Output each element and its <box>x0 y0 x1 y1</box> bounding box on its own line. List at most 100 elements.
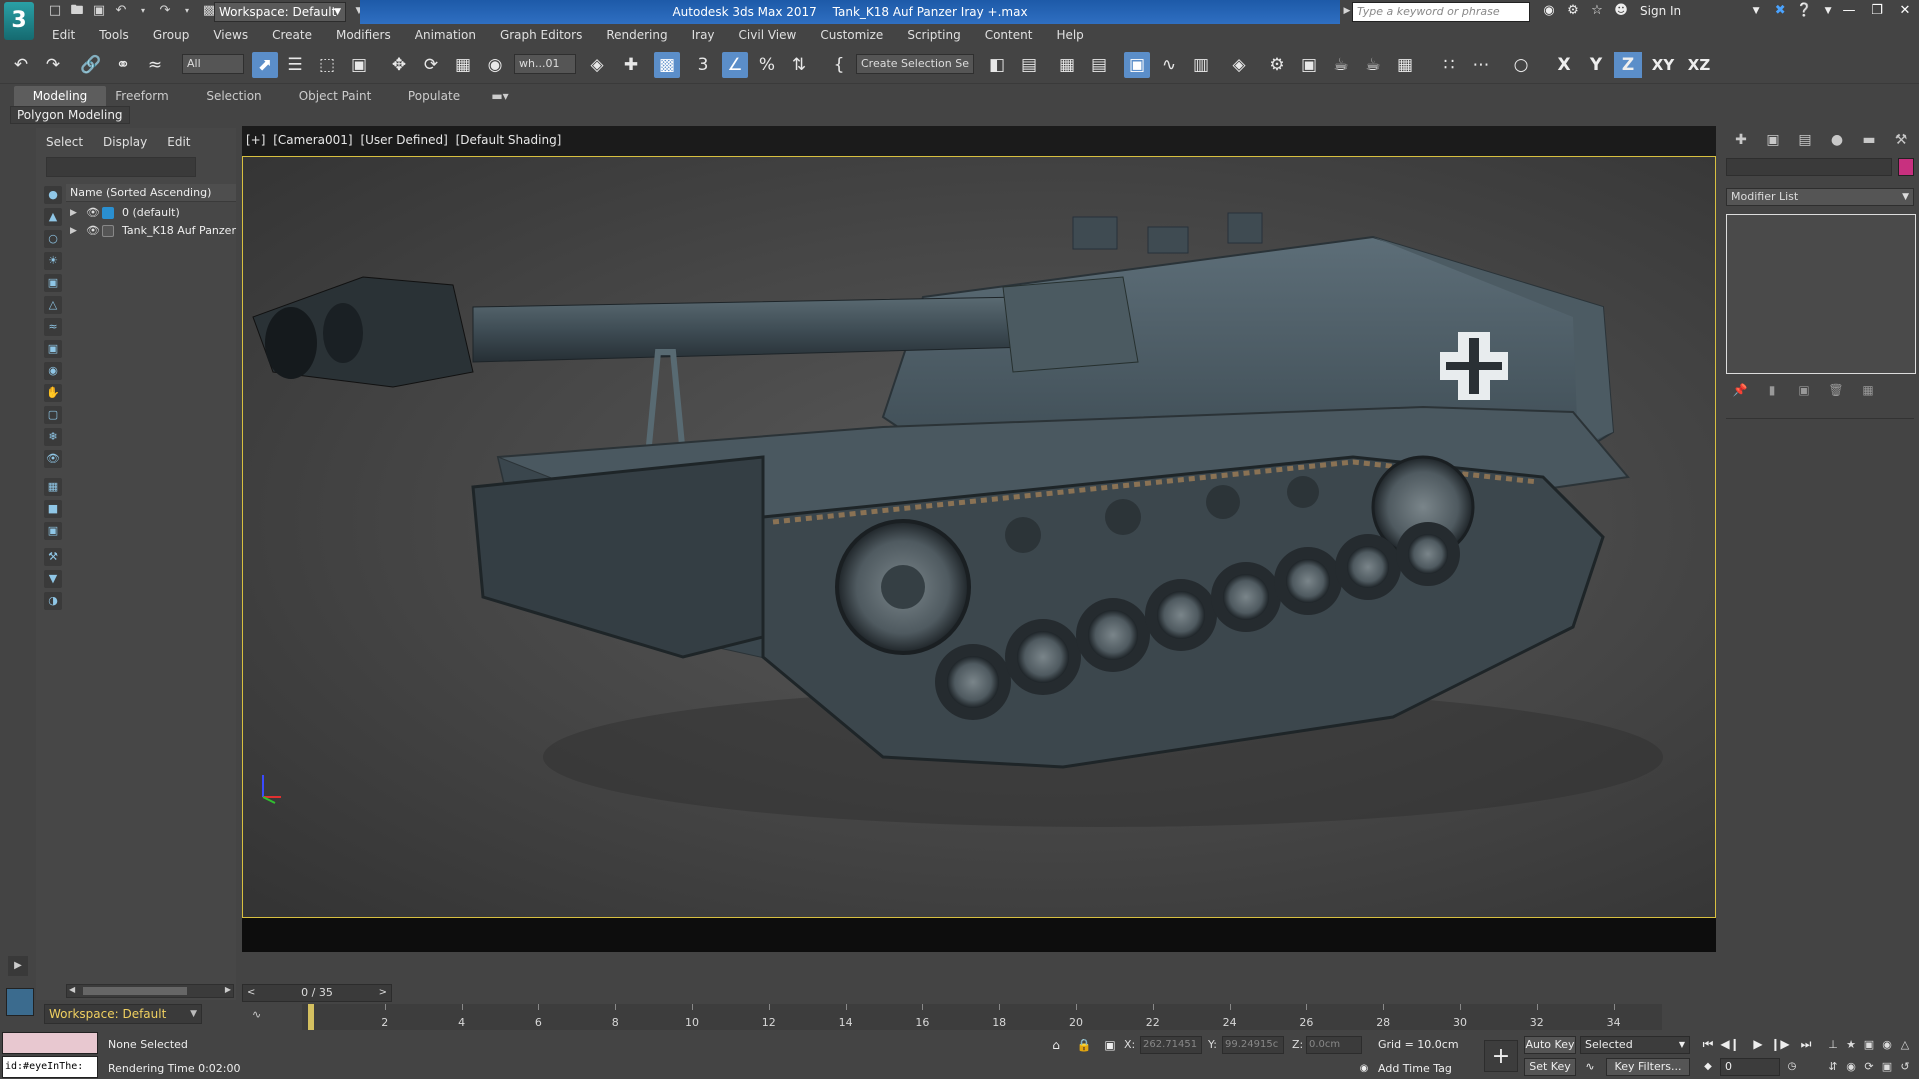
go-to-start-icon[interactable]: ⏮ <box>1698 1034 1718 1054</box>
help-search-input[interactable]: Type a keyword or phrase <box>1352 2 1530 22</box>
scale-icon[interactable]: ▦ <box>450 52 476 78</box>
help-icon[interactable]: ❔ <box>1795 2 1813 20</box>
place-icon[interactable]: ◉ <box>482 52 508 78</box>
maximize-viewport-icon[interactable]: ▣ <box>1878 1058 1896 1076</box>
ribbon-options-icon[interactable]: ▬▾ <box>486 86 514 106</box>
list-item[interactable]: ▶ 👁 Tank_K18 Auf Panzer <box>66 222 236 240</box>
display-none-icon[interactable]: ● <box>44 186 62 204</box>
y-coord-field[interactable]: 99.24915c <box>1222 1036 1284 1054</box>
menu-scripting[interactable]: Scripting <box>895 24 972 46</box>
z-coord-field[interactable]: 0.0cm <box>1306 1036 1362 1054</box>
app-logo[interactable]: 3 <box>4 2 34 40</box>
invert-display-icon[interactable]: ▣ <box>44 522 62 540</box>
axis-z-button[interactable]: Z <box>1614 52 1642 78</box>
visibility-eye-icon[interactable]: 👁 <box>86 204 100 222</box>
angle-snap-icon[interactable]: ∠ <box>722 52 748 78</box>
ribbon-panel-label[interactable]: Polygon Modeling <box>10 106 130 124</box>
menu-create[interactable]: Create <box>260 24 324 46</box>
x-coord-field[interactable]: 262.71451 <box>1140 1036 1202 1054</box>
containers-filter-icon[interactable]: ▢ <box>44 406 62 424</box>
percent-snap-icon[interactable]: % <box>754 52 780 78</box>
subscription-icon[interactable]: ⚙ <box>1564 2 1582 20</box>
selection-lock-icon[interactable]: ○ <box>1508 52 1534 78</box>
selection-lock-toggle-icon[interactable]: 🔒 <box>1074 1035 1094 1055</box>
binoculars-icon[interactable]: ◉ <box>1540 2 1558 20</box>
restore-icon[interactable]: ❐ <box>1863 0 1891 22</box>
render-production-icon[interactable]: ☕ <box>1328 52 1354 78</box>
absolute-mode-icon[interactable]: ▣ <box>1100 1035 1120 1055</box>
open-file-icon[interactable]: 🖿 <box>68 2 86 20</box>
play-icon[interactable]: ▶ <box>1748 1034 1768 1054</box>
orbit-camera-icon[interactable]: ⟳ <box>1860 1058 1878 1076</box>
schematic-view-icon[interactable]: ▥ <box>1188 52 1214 78</box>
zoom-icon[interactable]: ⊥ <box>1824 1036 1842 1054</box>
snaps-toggle-icon[interactable]: 3 <box>690 52 716 78</box>
explorer-menu-display[interactable]: Display <box>93 132 157 152</box>
edit-named-selection-icon[interactable]: { <box>826 52 852 78</box>
bones-filter-icon[interactable]: ✋ <box>44 384 62 402</box>
make-unique-icon[interactable]: ▣ <box>1794 380 1814 400</box>
zoom-all-icon[interactable]: ★ <box>1842 1036 1860 1054</box>
modifier-stack[interactable] <box>1726 214 1916 374</box>
configure-modifier-sets-icon[interactable]: ▦ <box>1858 380 1878 400</box>
menu-rendering[interactable]: Rendering <box>594 24 679 46</box>
window-crossing-icon[interactable]: ▣ <box>346 52 372 78</box>
tab-populate[interactable]: Populate <box>398 86 470 106</box>
find-case-icon[interactable]: ⚒ <box>44 548 62 566</box>
time-cursor[interactable] <box>308 1004 314 1030</box>
roll-camera-icon[interactable]: ↺ <box>1896 1058 1914 1076</box>
curve-editor-icon[interactable]: ∿ <box>1156 52 1182 78</box>
viewport-shading-menu[interactable]: [Default Shading] <box>456 133 562 147</box>
ribbon-toggle-icon[interactable]: ▣ <box>1124 52 1150 78</box>
key-mode-toggle-icon[interactable]: ◆ <box>1698 1057 1718 1077</box>
bind-spacewarp-icon[interactable]: ≈ <box>142 52 168 78</box>
menu-iray[interactable]: Iray <box>680 24 727 46</box>
axis-x-button[interactable]: X <box>1550 52 1578 78</box>
rendered-frame-window-icon[interactable]: ▣ <box>1296 52 1322 78</box>
menu-views[interactable]: Views <box>201 24 260 46</box>
previous-frame-icon[interactable]: ◀❙ <box>1720 1034 1740 1054</box>
explorer-horizontal-scrollbar[interactable]: ◀ ▶ <box>66 984 234 998</box>
explorer-menu-edit[interactable]: Edit <box>157 132 200 152</box>
utilities-tab-icon[interactable]: ⚒ <box>1888 128 1914 152</box>
next-frame-icon[interactable]: ❙▶ <box>1770 1034 1790 1054</box>
explorer-workspace-dropdown[interactable]: Workspace: Default ▼ <box>44 1004 202 1024</box>
select-object-icon[interactable]: ⬈ <box>252 52 278 78</box>
filter-icon[interactable]: ▼ <box>44 570 62 588</box>
prev-frame-icon[interactable]: < <box>247 985 255 1001</box>
perspective-icon[interactable]: ◉ <box>1878 1036 1896 1054</box>
scroll-right-icon[interactable]: ▶ <box>225 985 231 994</box>
add-time-tag-button[interactable]: Add Time Tag <box>1378 1062 1452 1075</box>
go-to-end-icon[interactable]: ⏭ <box>1796 1034 1816 1054</box>
display-selected-icon[interactable]: ■ <box>44 500 62 518</box>
motion-tab-icon[interactable]: ● <box>1824 128 1850 152</box>
menu-edit[interactable]: Edit <box>40 24 87 46</box>
named-selection-dropdown[interactable]: Create Selection Se <box>856 54 974 74</box>
scroll-left-icon[interactable]: ◀ <box>69 985 75 994</box>
create-tab-icon[interactable]: ✚ <box>1728 128 1754 152</box>
minimize-icon[interactable]: — <box>1835 0 1863 22</box>
select-manipulate-icon[interactable]: ✚ <box>618 52 644 78</box>
display-tab-icon[interactable]: ▬ <box>1856 128 1882 152</box>
expand-arrow-icon[interactable]: ▶ <box>70 222 77 240</box>
hierarchy-icon[interactable]: ◑ <box>44 592 62 610</box>
list-item[interactable]: ▶ 👁 0 (default) <box>66 204 236 222</box>
menu-modifiers[interactable]: Modifiers <box>324 24 403 46</box>
render-iterative-icon[interactable]: ☕ <box>1360 52 1386 78</box>
hidden-filter-icon[interactable]: 👁 <box>44 450 62 468</box>
spacewarps-filter-icon[interactable]: ≈ <box>44 318 62 336</box>
favorites-star-icon[interactable]: ☆ <box>1588 2 1606 20</box>
tab-object-paint[interactable]: Object Paint <box>290 86 380 106</box>
pivot-center-icon[interactable]: ◈ <box>584 52 610 78</box>
viewport-general-menu[interactable]: [+] <box>246 133 265 147</box>
viewport-point-of-view-menu[interactable]: [Camera001] <box>273 133 352 147</box>
rect-selection-icon[interactable]: ⬚ <box>314 52 340 78</box>
tab-freeform[interactable]: Freeform <box>108 86 176 106</box>
scene-explorer-icon[interactable]: ▦ <box>1054 52 1080 78</box>
material-editor-icon[interactable]: ◈ <box>1226 52 1252 78</box>
dolly-camera-icon[interactable]: ▣ <box>1860 1036 1878 1054</box>
redo-icon[interactable]: ↷ <box>40 52 66 78</box>
unlink-icon[interactable]: ⚭ <box>110 52 136 78</box>
keyboard-shortcut-override-icon[interactable]: ▩ <box>654 52 680 78</box>
walk-through-icon[interactable]: ◉ <box>1842 1058 1860 1076</box>
